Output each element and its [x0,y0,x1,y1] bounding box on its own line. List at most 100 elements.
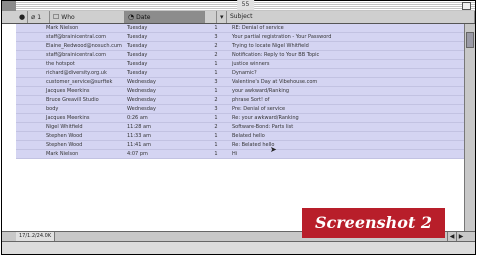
message-subject: justice winners [232,61,270,67]
message-subject: Re: Belated hello [232,142,275,148]
message-flag [16,132,28,140]
person-icon: ☐ [53,13,60,21]
message-count: 3 [214,34,218,40]
message-from: Stephen Wood [46,142,83,148]
zoom-box-button[interactable] [462,2,471,10]
message-row[interactable]: Stephen Wood 11:33 am 1 Belated hello [16,132,465,141]
message-subject: Hi [232,151,238,157]
scroll-thumb[interactable] [466,32,474,48]
message-flag [16,123,28,131]
message-date: Tuesday [127,52,148,58]
message-subject: Valentine's Day at Vibehouse.com [232,79,318,85]
message-row[interactable]: staff@brainicentral.com Tuesday 2 Notificat… [16,51,465,60]
message-subject: Software-Bond: Parts list [232,124,294,130]
message-row[interactable]: Nigel Whitfield 11:28 am 2 Software-Bond: P… [16,123,465,132]
message-flag [16,51,28,59]
column-toggle-corner[interactable] [2,11,16,24]
message-row[interactable]: Jacques Meerkins 0:26 am 1 Re: your awkward… [16,114,465,123]
screenshot-caption-badge: Screenshot 2 [302,208,445,238]
message-flag [16,96,28,104]
message-date: Tuesday [127,70,148,76]
message-subject: your awkward/Ranking [232,88,290,94]
message-date: Wednesday [127,79,156,85]
message-from: Jacques Meerkins [46,88,90,94]
paperclip-icon: ⌀ [31,13,36,21]
message-from: richard@diversity.org.uk [46,70,107,76]
from-column-header[interactable]: ☐ Who [50,11,125,23]
subject-column-header[interactable]: Subject [227,11,475,23]
message-flag [16,114,28,122]
message-date: 0:26 am [127,115,148,121]
message-date: 11:41 am [127,142,151,148]
message-count: 3 [214,106,218,112]
sort-order-button[interactable]: ▾ [217,11,227,23]
scroll-left-button[interactable]: ◀ [447,232,456,241]
message-from: Mark Nielson [46,25,79,31]
message-row[interactable]: Elaine_Redwood@nosuch.cum Tuesday 2 Trying … [16,42,465,51]
message-count: 3 [214,79,218,85]
message-count: 1 [214,115,218,121]
status-column-header[interactable]: ● [16,11,28,23]
message-flag [16,78,28,86]
message-from: Mark Nielson [46,151,79,157]
message-subject: Trying to locate Nigel Whitfield [232,43,309,49]
message-count: 2 [214,52,218,58]
message-count: 2 [214,43,218,49]
message-from: Bruce Greavill Studio [46,97,99,103]
message-flag [16,24,28,32]
message-flag [16,105,28,113]
message-subject: phrase Sort! of [232,97,270,103]
message-row[interactable]: Mark Nielson 4:07 pm 1 Hi [16,150,465,159]
message-row[interactable]: richard@diversity.org.uk Tuesday 1 Dynamic? [16,69,465,78]
message-count: 1 [214,61,218,67]
mailbox-stats: 17/1.2/24.0K [16,232,56,241]
message-list: Mark Nielson Tuesday 1 RE: Denial of servic… [16,24,465,233]
message-subject: RE: Denial of service [232,25,284,31]
list-gutter [2,24,17,233]
message-row[interactable]: body Wednesday 3 Pre: Denial of service [16,105,465,114]
message-flag [16,150,28,158]
message-count: 1 [214,151,218,157]
message-date: Tuesday [127,25,148,31]
message-date: 11:33 am [127,133,151,139]
message-date: 11:28 am [127,124,151,130]
clock-icon: ◔ [128,13,135,21]
message-from: the hotspot [46,61,75,67]
date-column-header[interactable]: ◔ Date [125,11,205,23]
message-date: Tuesday [127,43,148,49]
message-row[interactable]: Jacques Meerkins Wednesday 1 your awkward/R… [16,87,465,96]
message-date: Wednesday [127,106,156,112]
message-from: Jacques Meerkins [46,115,90,121]
message-date: Wednesday [127,97,156,103]
message-from: staff@brainicentral.com [46,34,107,40]
message-row[interactable]: Mark Nielson Tuesday 1 RE: Denial of servic… [16,24,465,33]
message-row[interactable]: Bruce Greavill Studio Wednesday 2 phrase So… [16,96,465,105]
message-count: 1 [214,88,218,94]
message-row[interactable]: staff@brainicentral.com Tuesday 3 Your part… [16,33,465,42]
message-flag [16,141,28,149]
message-flag [16,87,28,95]
message-from: Elaine_Redwood@nosuch.cum [46,43,122,49]
message-subject: Dynamic? [232,70,257,76]
message-from: Stephen Wood [46,133,83,139]
mouse-pointer-icon: ➤ [270,145,277,154]
message-flag [16,42,28,50]
message-subject: Re: your awkward/Ranking [232,115,299,121]
vertical-scrollbar[interactable] [464,24,475,233]
message-row[interactable]: customer_service@surftek Wednesday 3 Valent… [16,78,465,87]
message-date: Tuesday [127,34,148,40]
message-from: customer_service@surftek [46,79,113,85]
count-column-header[interactable] [205,11,217,23]
message-subject: Notification: Reply to Your BB Topic [232,52,320,58]
message-flag [16,69,28,77]
message-count: 2 [214,124,218,130]
message-count: 2 [214,97,218,103]
message-from: staff@brainicentral.com [46,52,107,58]
message-subject: Your partial registration - Your Passwor… [232,34,332,40]
message-row[interactable]: the hotspot Tuesday 1 justice winners [16,60,465,69]
scroll-right-button[interactable]: ▶ [456,232,465,241]
attachment-column-header[interactable]: ⌀ 1 [28,11,50,23]
message-count: 1 [214,142,218,148]
message-date: 4:07 pm [127,151,148,157]
message-row[interactable]: Stephen Wood 11:41 am 1 Re: Belated hello [16,141,465,150]
